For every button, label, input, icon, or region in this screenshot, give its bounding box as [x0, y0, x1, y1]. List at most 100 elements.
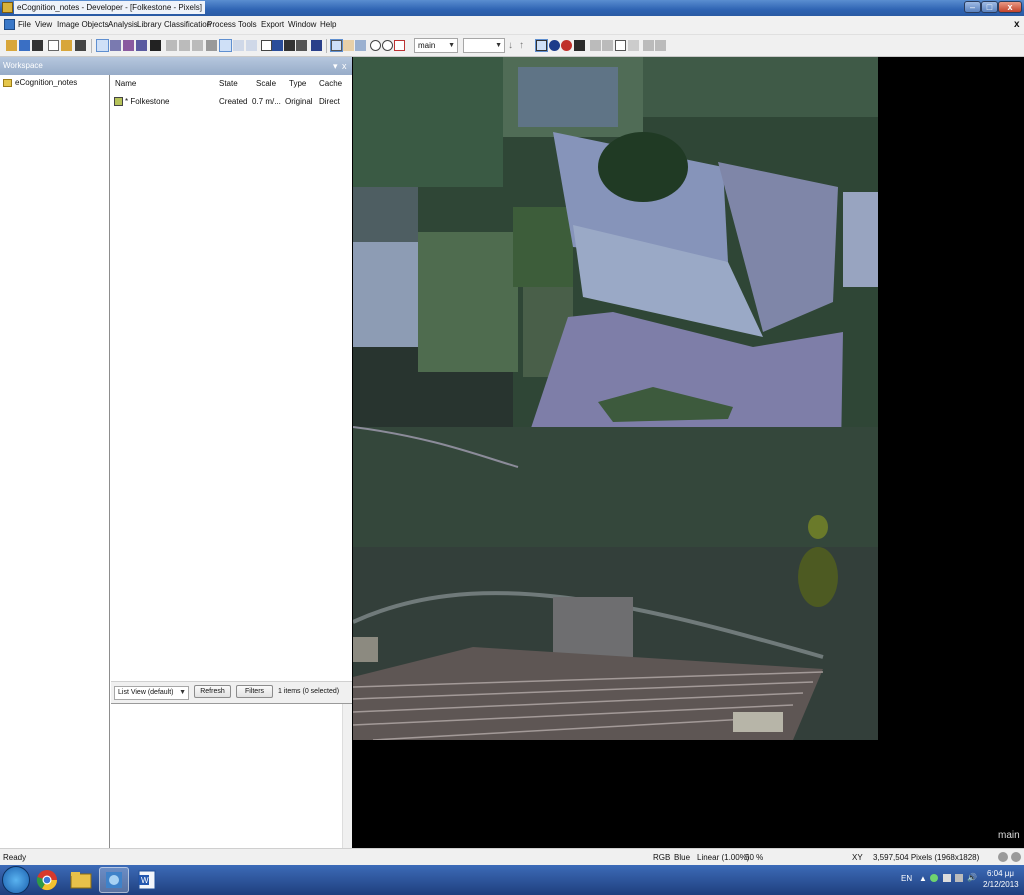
view-mode-value: List View (default) [118, 689, 174, 696]
menu-file[interactable]: File [18, 20, 31, 29]
panel-close-button[interactable]: x [342, 57, 347, 75]
explorer-icon[interactable] [66, 867, 96, 893]
split-view-3-icon[interactable] [246, 40, 257, 51]
menu-process[interactable]: Process [207, 20, 236, 29]
settings-icon[interactable] [643, 40, 654, 51]
zoom-icon[interactable] [355, 40, 366, 51]
image-view[interactable]: main [353, 57, 1024, 848]
close-document-button[interactable]: x [1014, 19, 1020, 30]
minimize-button[interactable]: – [964, 1, 981, 13]
cursor-info-icon[interactable] [574, 40, 585, 51]
view-icon[interactable] [150, 40, 161, 51]
scrollbar[interactable] [342, 704, 352, 849]
language-indicator[interactable]: EN [901, 874, 912, 883]
sample-icon[interactable] [590, 40, 601, 51]
satellite-image[interactable] [353, 57, 878, 740]
zoom-in-icon[interactable] [382, 40, 393, 51]
map-select-value: main [418, 41, 436, 50]
arrow-down-icon[interactable]: ↓ [508, 40, 519, 51]
panel-icon[interactable] [261, 40, 272, 51]
cell-type: Original [285, 97, 313, 106]
network-status-icon[interactable] [930, 874, 938, 882]
bucket-icon[interactable] [311, 40, 322, 51]
open-workspace-icon[interactable] [61, 40, 72, 51]
menu-view[interactable]: View [35, 20, 52, 29]
close-button[interactable]: x [998, 1, 1022, 13]
arrow-up-icon[interactable]: ↑ [519, 40, 530, 51]
maximize-button[interactable]: □ [981, 1, 998, 13]
workspace-title: Workspace [3, 61, 43, 70]
project-icon [114, 97, 123, 106]
select-cursor-icon[interactable] [330, 39, 343, 52]
ecognition-taskbar-icon[interactable] [99, 867, 129, 893]
chrome-icon[interactable] [32, 867, 62, 893]
refresh-button[interactable]: Refresh [194, 685, 231, 698]
word-icon[interactable]: W [132, 867, 162, 893]
layout-4-icon[interactable] [206, 40, 217, 51]
volume-icon[interactable]: 🔊 [967, 873, 977, 882]
level-select[interactable]: ▼ [463, 38, 505, 53]
save-workspace-icon[interactable] [75, 40, 86, 51]
sample-editor-icon[interactable] [602, 40, 613, 51]
table-icon[interactable] [296, 40, 307, 51]
layout-2-icon[interactable] [179, 40, 190, 51]
manual-edit-icon[interactable] [628, 40, 639, 51]
status-ready: Ready [3, 853, 27, 862]
info-pane [111, 703, 352, 849]
grid-icon[interactable] [284, 40, 295, 51]
objects-icon[interactable] [123, 40, 134, 51]
network-icon[interactable] [955, 874, 963, 882]
layout-3-icon[interactable] [192, 40, 203, 51]
new-icon[interactable] [48, 40, 59, 51]
classes-icon[interactable] [136, 40, 147, 51]
layout-1-icon[interactable] [166, 40, 177, 51]
view-mode-select[interactable]: List View (default) ▼ [114, 686, 189, 700]
clock-time[interactable]: 6:04 μμ [987, 869, 1014, 878]
menu-library[interactable]: Library [137, 20, 161, 29]
select-region-icon[interactable] [615, 40, 626, 51]
menu-classification[interactable]: Classification [164, 20, 211, 29]
chevron-down-icon: ▼ [495, 42, 502, 49]
column-scale[interactable]: Scale [256, 79, 276, 88]
layer-icon[interactable] [110, 40, 121, 51]
clock-date[interactable]: 2/12/2013 [983, 880, 1019, 889]
folder-icon [3, 78, 12, 87]
taskbar: W EN ▲ 🔊 6:04 μμ 2/12/2013 [0, 865, 1024, 895]
action-center-icon[interactable] [943, 874, 951, 882]
column-name[interactable]: Name [115, 79, 136, 88]
pointer-mode-icon[interactable] [96, 39, 109, 52]
status-rgb: RGB [653, 853, 671, 862]
zoom-window-icon[interactable] [394, 40, 405, 51]
map-select[interactable]: main ▼ [414, 38, 458, 53]
menu-export[interactable]: Export [261, 20, 284, 29]
stop-icon[interactable] [561, 40, 572, 51]
column-state[interactable]: State [219, 79, 238, 88]
menu-help[interactable]: Help [320, 20, 336, 29]
image-layer-icon[interactable] [272, 40, 283, 51]
workspace-tree: eCognition_notes [0, 75, 110, 848]
menu-tools[interactable]: Tools [238, 20, 257, 29]
save-icon[interactable] [32, 40, 43, 51]
menu-analysis[interactable]: Analysis [108, 20, 138, 29]
column-cache[interactable]: Cache [319, 79, 342, 88]
split-view-1-icon[interactable] [219, 39, 232, 52]
document-icon[interactable] [4, 19, 15, 30]
status-band: Blue [674, 853, 691, 862]
filters-button[interactable]: Filters [236, 685, 273, 698]
menu-window[interactable]: Window [288, 20, 316, 29]
open-project-icon[interactable] [6, 40, 17, 51]
panel-menu-button[interactable]: ▾ [333, 57, 338, 75]
column-type[interactable]: Type [289, 79, 306, 88]
open-icon[interactable] [19, 40, 30, 51]
outline-icon[interactable] [535, 39, 548, 52]
show-hidden-icons-icon[interactable]: ▲ [919, 874, 927, 883]
zoom-out-icon[interactable] [370, 40, 381, 51]
start-button[interactable] [2, 866, 30, 894]
status-bar: Ready RGB Blue Linear (1.00%) 50 % XY 3,… [0, 848, 1024, 865]
info-icon[interactable] [549, 40, 560, 51]
export-icon[interactable] [655, 40, 666, 51]
tree-item-root[interactable]: eCognition_notes [3, 78, 77, 87]
split-view-2-icon[interactable] [233, 40, 244, 51]
pan-hand-icon[interactable] [343, 40, 354, 51]
menu-image-objects[interactable]: Image Objects [57, 20, 109, 29]
